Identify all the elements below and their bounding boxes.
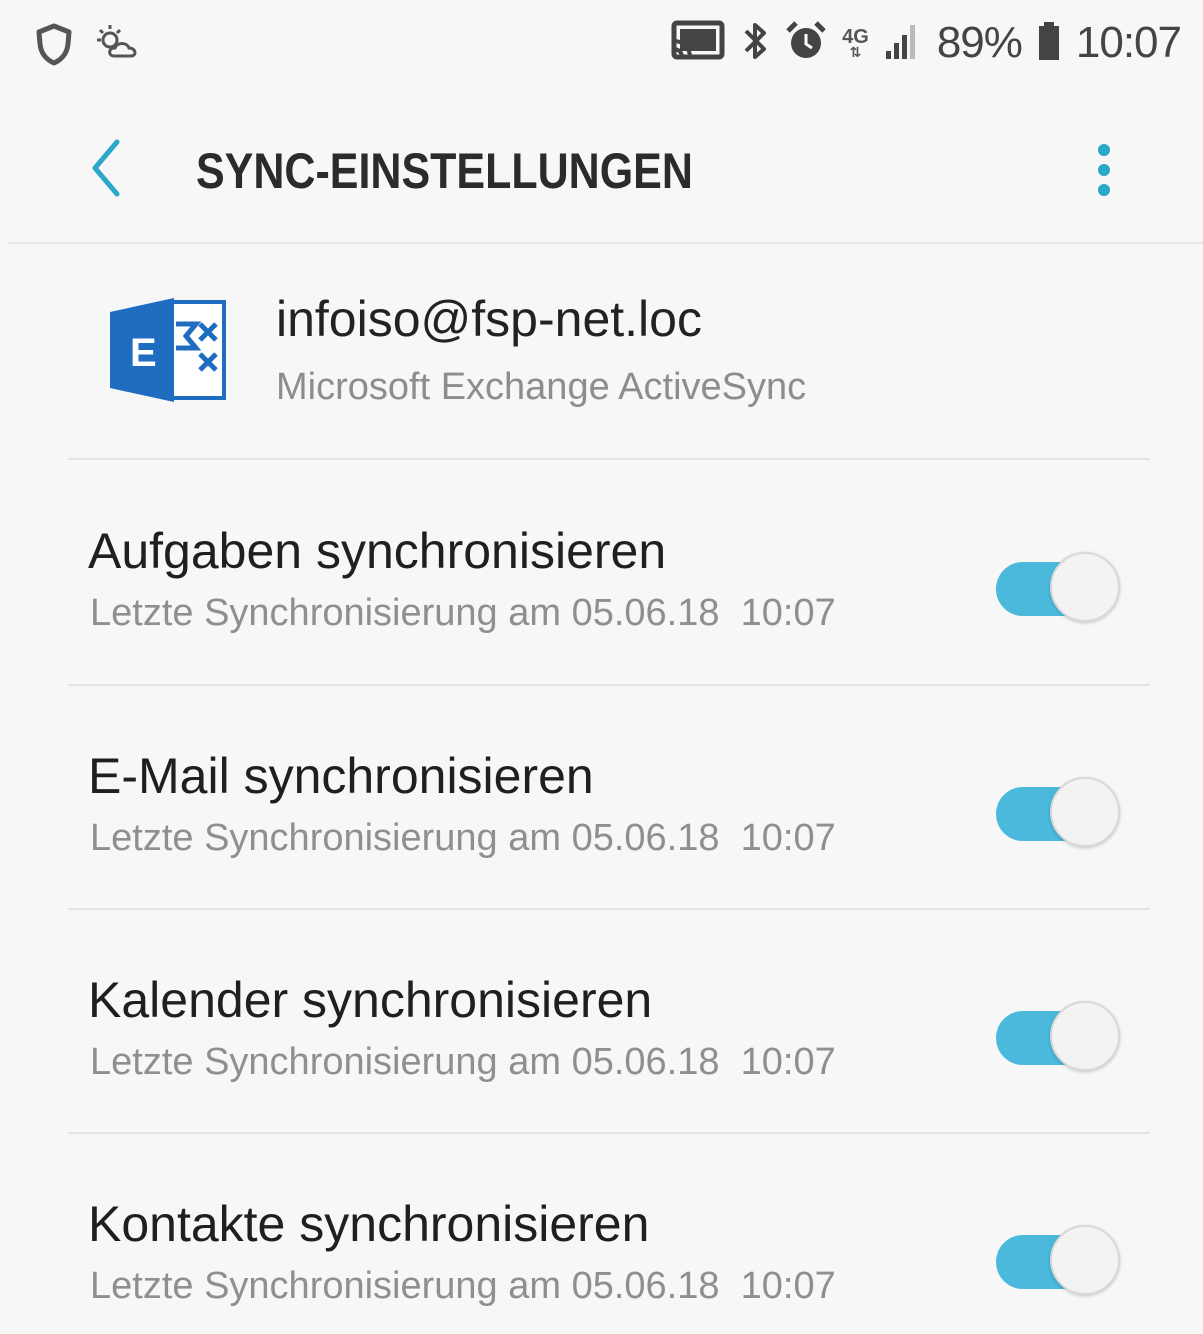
sync-row-title: Aufgaben synchronisieren: [88, 523, 667, 579]
sync-row-title: Kontakte synchronisieren: [88, 1196, 650, 1252]
status-bar: 4G ⇅ 89% 10:07: [0, 0, 1203, 96]
status-time: 10:07: [1075, 18, 1182, 67]
back-button[interactable]: [70, 130, 140, 210]
account-type: Microsoft Exchange ActiveSync: [276, 366, 807, 408]
sync-row-subtitle: Letzte Synchronisierung am 05.06.18 10:0…: [90, 592, 836, 634]
toggle-knob: [1050, 777, 1120, 847]
sync-tasks-toggle[interactable]: [994, 552, 1124, 626]
bluetooth-icon: [740, 19, 770, 68]
chevron-left-icon: [85, 136, 125, 205]
sync-contacts-toggle[interactable]: [994, 1225, 1124, 1299]
status-bar-right: 4G ⇅ 89% 10:07: [670, 18, 1182, 68]
screen-cast-icon: [670, 19, 726, 68]
sync-row-title: Kalender synchronisieren: [88, 972, 653, 1028]
exchange-logo-icon: E: [104, 294, 230, 406]
svg-text:E: E: [130, 331, 157, 375]
sync-row-email[interactable]: E-Mail synchronisieren Letzte Synchronis…: [0, 685, 1203, 909]
account-email: infoiso@fsp-net.loc: [276, 291, 702, 347]
sync-calendar-toggle[interactable]: [994, 1001, 1124, 1075]
app-bar: SYNC-EINSTELLUNGEN: [0, 96, 1203, 244]
sync-row-subtitle: Letzte Synchronisierung am 05.06.18 10:0…: [90, 1041, 836, 1083]
sync-row-subtitle: Letzte Synchronisierung am 05.06.18 10:0…: [90, 1265, 836, 1307]
sync-row-contacts[interactable]: Kontakte synchronisieren Letzte Synchron…: [0, 1133, 1203, 1334]
sync-row-title: E-Mail synchronisieren: [88, 748, 594, 804]
toggle-knob: [1050, 1001, 1120, 1071]
toggle-knob: [1050, 552, 1120, 622]
alarm-icon: [784, 19, 828, 68]
toggle-knob: [1050, 1225, 1120, 1295]
more-options-button[interactable]: [1074, 130, 1134, 210]
sync-row-subtitle: Letzte Synchronisierung am 05.06.18 10:0…: [90, 817, 836, 859]
signal-icon: [883, 19, 923, 68]
status-bar-left: [34, 22, 144, 71]
page-title: SYNC-EINSTELLUNGEN: [196, 143, 693, 199]
sync-row-tasks[interactable]: Aufgaben synchronisieren Letzte Synchron…: [0, 460, 1203, 684]
more-vertical-icon: [1098, 144, 1110, 156]
battery-icon: [1036, 19, 1062, 68]
account-header: E infoiso@fsp-net.loc Microsoft Exchange…: [0, 244, 1203, 458]
weather-icon: [94, 22, 144, 71]
sync-email-toggle[interactable]: [994, 777, 1124, 851]
sync-settings-screen: 4G ⇅ 89% 10:07 SYNC-EINSTELLUNGEN E info…: [0, 0, 1203, 1334]
shield-icon: [34, 22, 74, 71]
network-4g-icon: 4G ⇅: [842, 26, 869, 60]
battery-percentage: 89%: [936, 18, 1023, 67]
sync-row-calendar[interactable]: Kalender synchronisieren Letzte Synchron…: [0, 909, 1203, 1133]
